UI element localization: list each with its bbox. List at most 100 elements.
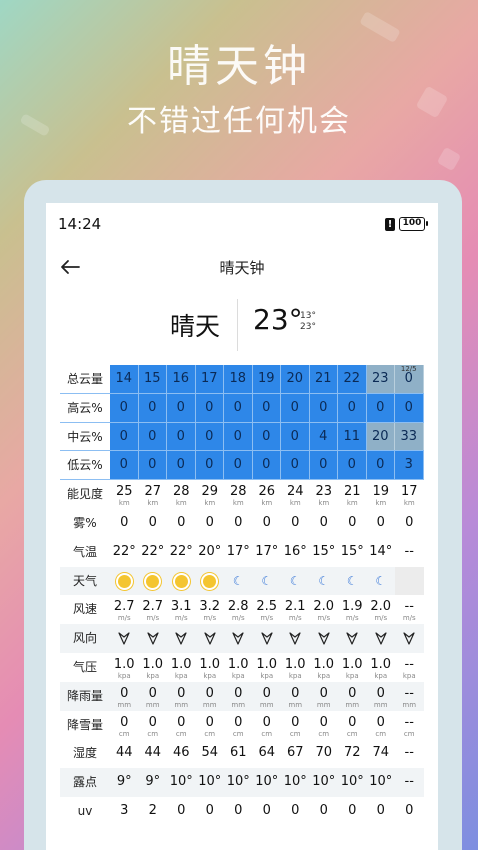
table-cell: ☾	[367, 567, 396, 596]
divider	[237, 299, 238, 351]
cell-unit: m/s	[203, 614, 217, 623]
cell-value: 0	[291, 514, 300, 530]
cell-value: 18	[229, 371, 247, 386]
wind-direction-icon	[346, 632, 358, 645]
table-cell: 0	[252, 451, 281, 480]
table-cell	[395, 566, 424, 596]
table-cell: 0 cm	[139, 711, 168, 740]
cell-value: 0	[148, 685, 157, 701]
cell-unit: m/s	[231, 614, 245, 623]
table-cell: 17°	[253, 538, 282, 567]
cell-unit: cm	[118, 729, 130, 738]
cell-value: 20°	[198, 543, 222, 559]
table-cell: -- m/s	[395, 595, 424, 624]
cell-value: 2.1	[284, 599, 306, 615]
table-cell: 0 cm	[367, 711, 396, 740]
table-cell: ☾	[281, 567, 310, 596]
table-cell: 25 km	[110, 480, 139, 509]
pressure-row: 气压 1.0 kpa 1.0 kpa 1.0 kpa 1.0 kpa 1.0 kpa 1.0 kpa 1.…	[60, 653, 424, 682]
cell-unit: mm	[373, 700, 388, 709]
table-cell: 0	[252, 393, 281, 422]
cell-value: 16°	[283, 543, 307, 559]
cell-value: 0	[120, 714, 129, 730]
cell-value: 2.0	[370, 599, 392, 615]
moon-icon: ☾	[375, 573, 387, 588]
cell-value: 0	[205, 514, 214, 530]
cell-value: 0	[119, 428, 128, 444]
table-cell: 0 cm	[338, 711, 367, 740]
table-cell: 10°	[224, 768, 253, 797]
wind-direction-icon	[147, 632, 159, 645]
table-cell: 0	[167, 393, 196, 422]
cell-unit: mm	[231, 700, 246, 709]
cell-unit: kpa	[288, 671, 302, 680]
cell-unit: m/s	[345, 614, 359, 623]
cell-value: 9°	[116, 774, 132, 790]
table-cell: 0	[310, 509, 339, 538]
table-cell: 19	[252, 365, 281, 393]
table-cell: ☾	[310, 567, 339, 596]
cell-value: 3	[404, 457, 413, 473]
cell-value: 74	[372, 745, 390, 761]
table-cell	[367, 624, 396, 653]
cell-value: 0	[348, 714, 357, 730]
cell-value: 1.0	[341, 656, 363, 672]
cell-value: 0	[319, 685, 328, 701]
moon-icon: ☾	[289, 573, 301, 588]
cell-value: 0	[348, 514, 357, 530]
cell-unit: kpa	[345, 671, 359, 680]
table-cell: 18	[224, 365, 253, 393]
table-cell: 0	[224, 422, 253, 451]
table-cell: 0	[224, 451, 253, 480]
cell-value: 11	[343, 428, 361, 444]
row-label: 总云量	[66, 372, 103, 386]
cell-value: 10°	[340, 774, 364, 790]
cell-value: 0	[405, 514, 414, 530]
cell-value: 2.5	[256, 599, 278, 615]
table-cell: 0	[224, 509, 253, 538]
cloud-row: 总云量 14 15 16 17 18 19 20 21 22 23 12/5 0	[60, 365, 424, 394]
table-cell: 0	[138, 451, 167, 480]
table-cell: 10°	[253, 768, 282, 797]
cell-value: 0	[205, 399, 214, 415]
cell-value: 0	[205, 457, 214, 473]
date-note: 12/5	[400, 365, 417, 373]
cell-value: 23	[371, 371, 389, 386]
cell-unit: cm	[289, 729, 301, 738]
cell-value: 0	[233, 428, 242, 444]
cell-value: 22°	[141, 543, 165, 559]
table-cell: 0	[167, 509, 196, 538]
cell-value: 10°	[226, 774, 250, 790]
cell-value: 1.0	[370, 656, 392, 672]
cell-unit: km	[346, 499, 358, 508]
table-cell: 0	[338, 451, 367, 480]
table-cell: 1.0 kpa	[281, 653, 310, 682]
table-cell: 2.8 m/s	[224, 595, 253, 624]
table-cell: 12/5 0	[395, 365, 424, 393]
cell-value: 17	[200, 371, 218, 386]
cell-value: 20	[286, 371, 304, 386]
uv-row: uv 3 2 0 0 0 0 0 0 0 0 0	[60, 797, 424, 826]
visibility-row: 能见度 25 km 27 km 28 km 29 km 28 km 26 km 24 km 23 km 21 km 1…	[60, 480, 424, 509]
rainfall-row: 降雨量 0 mm 0 mm 0 mm 0 mm 0 mm 0 mm 0 mm 0 mm 0 mm 0 mm -- mm	[60, 681, 424, 711]
nav-bar: 晴天钟	[46, 245, 438, 289]
cell-unit: kpa	[260, 671, 274, 680]
cell-value: 0	[119, 457, 128, 473]
row-label: 气温	[72, 544, 97, 559]
cell-unit: cm	[261, 729, 273, 738]
moon-icon: ☾	[318, 573, 330, 588]
cell-unit: cm	[175, 729, 187, 738]
table-cell: 0	[195, 422, 224, 451]
wind-direction-icon	[232, 632, 244, 645]
row-label: 降雨量	[66, 688, 103, 703]
cell-value: 0	[376, 514, 385, 530]
cell-value: 1.0	[227, 656, 249, 672]
table-cell: 20	[366, 422, 395, 451]
cell-value: 22	[343, 371, 361, 386]
table-cell: 16°	[281, 538, 310, 567]
table-cell	[110, 567, 139, 596]
cell-value: 0	[405, 802, 414, 818]
row-label: 风向	[72, 631, 97, 646]
cell-value: 1.0	[284, 656, 306, 672]
cell-value: 0	[177, 514, 186, 530]
